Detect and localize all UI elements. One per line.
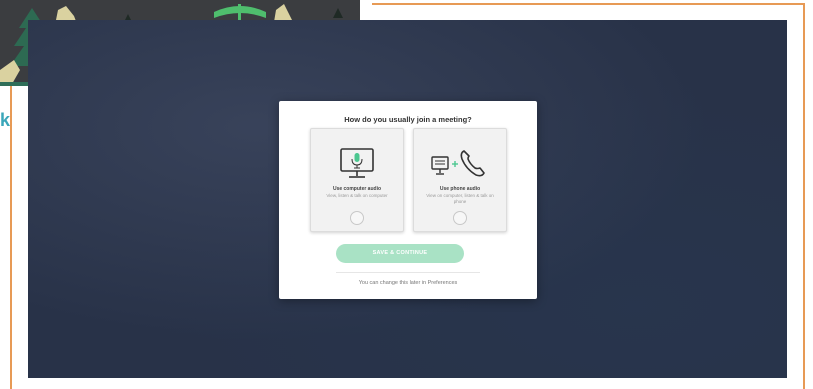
frame-border-right xyxy=(803,3,805,389)
join-meeting-dialog: How do you usually join a meeting? Use c… xyxy=(279,101,537,299)
computer-audio-radio[interactable] xyxy=(350,211,364,225)
monitor-microphone-icon xyxy=(340,148,374,178)
dialog-title: How do you usually join a meeting? xyxy=(344,115,472,124)
computer-plus-phone-icon xyxy=(431,150,485,177)
frame-border-top xyxy=(372,3,805,5)
option-description: View on computer, listen & talk on phone xyxy=(426,193,494,204)
side-edge-glyph: k xyxy=(0,110,11,130)
phone-audio-option[interactable]: Use phone audio View on computer, listen… xyxy=(413,128,507,232)
computer-audio-option[interactable]: Use computer audio View, listen & talk o… xyxy=(310,128,404,232)
divider xyxy=(336,272,480,273)
phone-audio-radio[interactable] xyxy=(453,211,467,225)
option-description: View, listen & talk on computer xyxy=(326,193,388,198)
option-title: Use phone audio xyxy=(439,186,481,192)
option-title: Use computer audio xyxy=(332,186,382,192)
preferences-note: You can change this later in Preferences xyxy=(358,280,458,286)
save-continue-button[interactable]: SAVE & CONTINUE xyxy=(336,244,464,263)
